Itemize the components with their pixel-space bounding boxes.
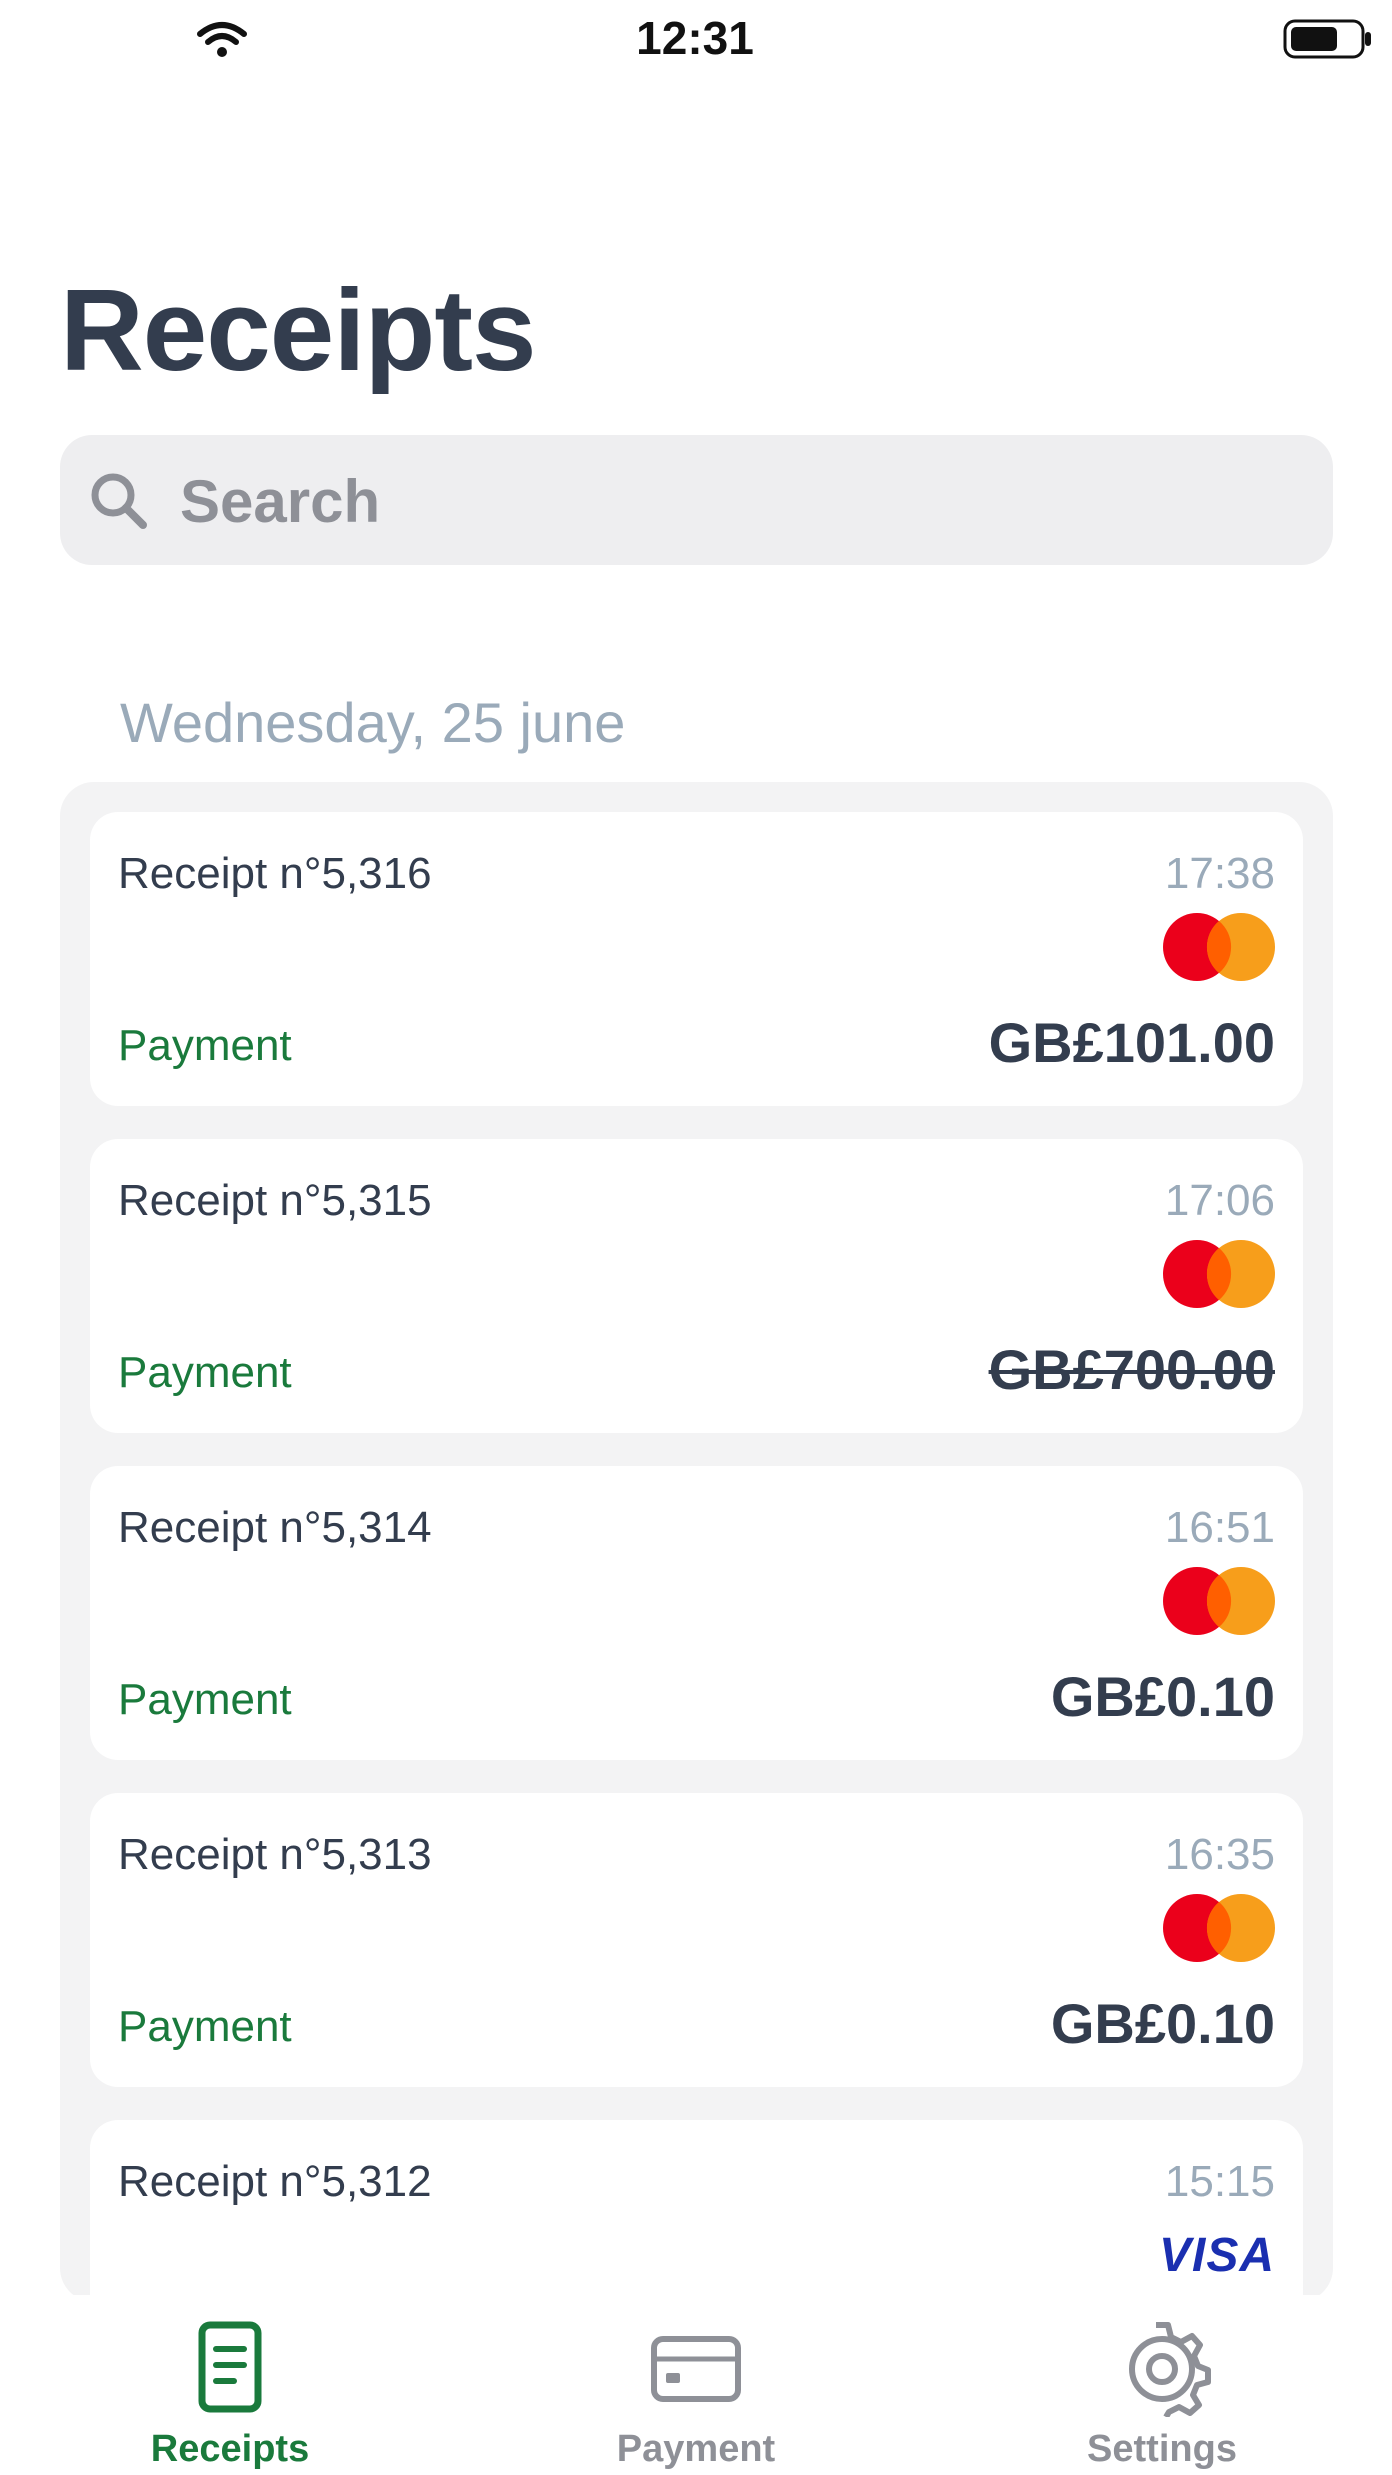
receipt-time: 17:06 (1164, 1176, 1275, 1225)
receipt-icon (198, 2321, 262, 2413)
receipts-list: Receipt n°5,316 17:38 Payment GB£101.00 … (60, 782, 1333, 2302)
receipt-time: 15:15 (1164, 2157, 1275, 2206)
receipt-type: Payment (118, 2002, 292, 2051)
receipt-type: Payment (118, 1348, 292, 1397)
tab-payment[interactable]: Payment (546, 2295, 846, 2475)
receipt-number: Receipt n°5,312 (118, 2157, 432, 2206)
receipt-time: 16:35 (1164, 1830, 1275, 1879)
tab-bar: Receipts Payment Settings (0, 2295, 1392, 2475)
status-bar: 12:31 (0, 0, 1392, 80)
receipt-card[interactable]: Receipt n°5,313 16:35 Payment GB£0.10 (90, 1793, 1303, 2087)
card-icon (651, 2336, 741, 2402)
page-title: Receipts (60, 265, 537, 395)
tab-settings[interactable]: Settings (1012, 2295, 1312, 2475)
receipt-number: Receipt n°5,316 (118, 849, 432, 898)
receipt-type: Payment (118, 1021, 292, 1070)
tab-receipts[interactable]: Receipts (80, 2295, 380, 2475)
tab-label: Payment (616, 2428, 776, 2470)
search-icon (91, 473, 147, 529)
wifi-icon (197, 22, 247, 57)
receipt-type: Payment (118, 1675, 292, 1724)
search-input[interactable] (178, 435, 1282, 567)
receipt-amount: GB£0.10 (1050, 1665, 1275, 1728)
tab-label: Receipts (150, 2428, 310, 2470)
tab-label: Settings (1087, 2428, 1237, 2470)
receipt-card[interactable]: Receipt n°5,315 17:06 Payment GB£700.00 (90, 1139, 1303, 1433)
receipt-amount: GB£101.00 (988, 1011, 1275, 1074)
mastercard-icon (1163, 1567, 1275, 1635)
receipt-card[interactable]: Receipt n°5,314 16:51 Payment GB£0.10 (90, 1466, 1303, 1760)
receipt-card[interactable]: Receipt n°5,316 17:38 Payment GB£101.00 (90, 812, 1303, 1106)
receipt-amount: GB£0.10 (1050, 1992, 1275, 2055)
gear-icon (1129, 2322, 1211, 2417)
section-date-header: Wednesday, 25 june (120, 691, 626, 754)
mastercard-icon (1163, 913, 1275, 981)
status-time: 12:31 (636, 12, 754, 64)
battery-icon (1283, 19, 1371, 59)
mastercard-icon (1163, 1240, 1275, 1308)
receipt-card[interactable]: Receipt n°5,312 15:15 VISA (90, 2120, 1303, 2302)
receipt-time: 17:38 (1164, 849, 1275, 898)
receipt-number: Receipt n°5,315 (118, 1176, 432, 1225)
search-bar[interactable] (60, 435, 1333, 567)
visa-icon: VISA (1158, 2229, 1275, 2282)
mastercard-icon (1163, 1894, 1275, 1962)
receipt-amount-voided: GB£700.00 (988, 1338, 1275, 1401)
receipt-number: Receipt n°5,314 (118, 1503, 432, 1552)
receipt-time: 16:51 (1164, 1503, 1275, 1552)
receipt-number: Receipt n°5,313 (118, 1830, 432, 1879)
